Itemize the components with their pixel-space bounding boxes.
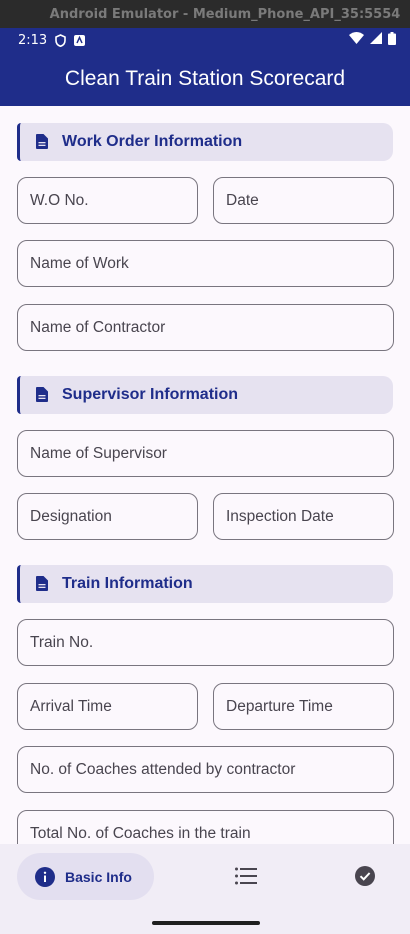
field-label: Date bbox=[226, 191, 259, 209]
inspection-date-field[interactable]: Inspection Date bbox=[213, 493, 394, 540]
document-icon bbox=[36, 387, 50, 403]
emulator-title-bar: Android Emulator - Medium_Phone_API_35:5… bbox=[0, 0, 410, 28]
section-title: Work Order Information bbox=[62, 133, 243, 150]
notification-app-icon bbox=[74, 34, 86, 46]
field-label: Name of Work bbox=[30, 254, 129, 272]
app-bar: Clean Train Station Scorecard bbox=[0, 52, 410, 106]
nav-item-basic-info[interactable]: Basic Info bbox=[17, 853, 154, 900]
info-icon bbox=[35, 866, 55, 887]
date-field[interactable]: Date bbox=[213, 177, 394, 224]
wo-number-field[interactable]: W.O No. bbox=[17, 177, 198, 224]
check-circle-icon[interactable] bbox=[355, 866, 375, 886]
status-time: 2:13 bbox=[18, 32, 48, 48]
departure-time-field[interactable]: Departure Time bbox=[213, 683, 394, 730]
total-coaches-field[interactable]: Total No. of Coaches in the train bbox=[17, 810, 394, 844]
coaches-attended-field[interactable]: No. of Coaches attended by contractor bbox=[17, 746, 394, 793]
name-of-supervisor-field[interactable]: Name of Supervisor bbox=[17, 430, 394, 477]
status-bar: 2:13 bbox=[0, 28, 410, 52]
section-header-work-order: Work Order Information bbox=[17, 123, 393, 161]
field-label: Arrival Time bbox=[30, 697, 112, 715]
nav-label: Basic Info bbox=[65, 868, 132, 885]
section-header-train: Train Information bbox=[17, 565, 393, 603]
shield-icon bbox=[55, 33, 67, 47]
bottom-navigation: Basic Info bbox=[0, 844, 410, 934]
field-label: Train No. bbox=[30, 633, 94, 651]
document-icon bbox=[36, 576, 50, 592]
field-label: Inspection Date bbox=[226, 507, 334, 525]
name-of-contractor-field[interactable]: Name of Contractor bbox=[17, 304, 394, 351]
document-icon bbox=[36, 134, 50, 150]
list-icon[interactable] bbox=[235, 867, 257, 885]
section-title: Train Information bbox=[62, 575, 193, 592]
emulator-title: Android Emulator - Medium_Phone_API_35:5… bbox=[49, 6, 401, 22]
field-label: Designation bbox=[30, 507, 112, 525]
home-indicator[interactable] bbox=[152, 921, 260, 925]
name-of-work-field[interactable]: Name of Work bbox=[17, 240, 394, 287]
field-label: No. of Coaches attended by contractor bbox=[30, 760, 296, 778]
section-header-supervisor: Supervisor Information bbox=[17, 376, 393, 414]
form-scroll-area[interactable]: Work Order Information W.O No. Date Name… bbox=[0, 106, 410, 844]
wifi-icon bbox=[349, 32, 364, 48]
field-label: W.O No. bbox=[30, 191, 89, 209]
field-label: Name of Supervisor bbox=[30, 444, 167, 462]
designation-field[interactable]: Designation bbox=[17, 493, 198, 540]
arrival-time-field[interactable]: Arrival Time bbox=[17, 683, 198, 730]
section-title: Supervisor Information bbox=[62, 386, 239, 403]
page-title: Clean Train Station Scorecard bbox=[64, 67, 346, 90]
signal-icon bbox=[370, 32, 382, 48]
field-label: Name of Contractor bbox=[30, 318, 166, 336]
battery-icon bbox=[388, 31, 396, 49]
train-number-field[interactable]: Train No. bbox=[17, 619, 394, 666]
field-label: Departure Time bbox=[226, 697, 333, 715]
field-label: Total No. of Coaches in the train bbox=[30, 824, 251, 842]
